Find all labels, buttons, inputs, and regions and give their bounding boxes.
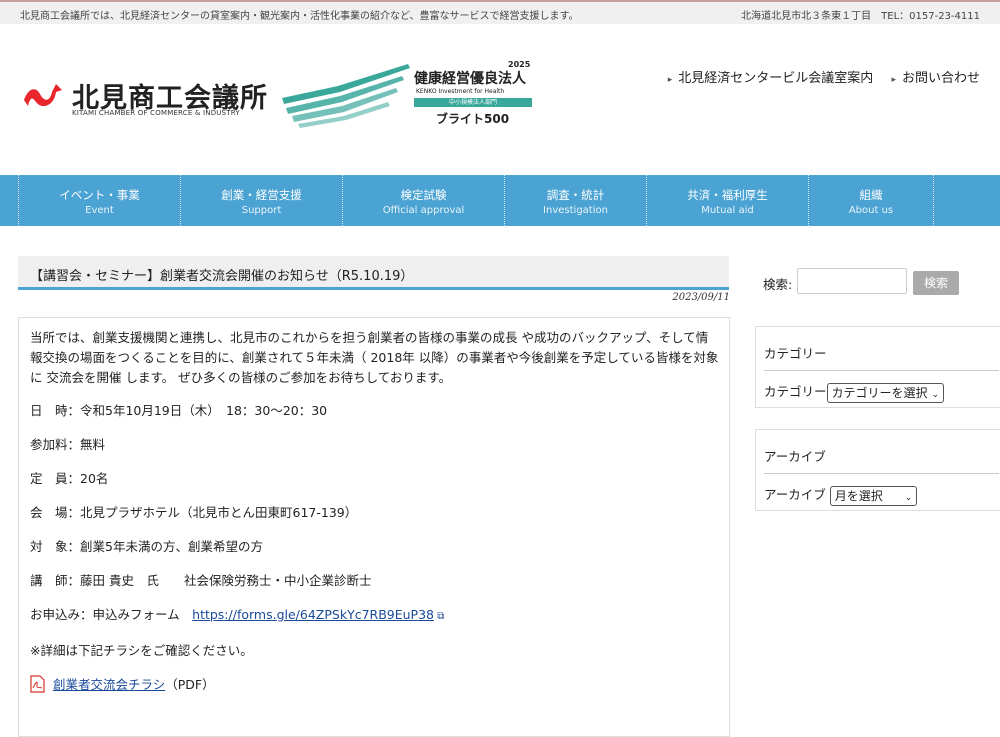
archive-widget: アーカイブ アーカイブ 月を選択 ⌄: [755, 429, 1000, 511]
nav-item-label-jp: イベント・事業: [59, 188, 140, 202]
health-logo-band: 中小規模法人部門: [414, 98, 532, 107]
nav-item-support[interactable]: 創業・経営支援 Support: [180, 175, 342, 226]
flyer-suffix: （PDF）: [165, 677, 215, 692]
archive-select-value: 月を選択: [834, 488, 883, 503]
archive-row: アーカイブ 月を選択 ⌄: [764, 484, 999, 506]
nav-item-investigation[interactable]: 調査・統計 Investigation: [504, 175, 646, 226]
nav-item-label-en: Investigation: [543, 205, 608, 216]
health-stripes-icon: [282, 64, 410, 128]
header-link-label: 北見経済センタービル会議室案内: [678, 71, 874, 86]
nav-item-label-jp: 共済・福利厚生: [687, 188, 768, 202]
category-widget-title: カテゴリー: [764, 343, 999, 371]
chevron-right-icon: ▸: [667, 75, 673, 85]
apply-form-link[interactable]: https://forms.gle/64ZPSkYc7RB9EuP38: [192, 607, 434, 622]
post-apply: お申込み：申込みフォーム https://forms.gle/64ZPSkYc7…: [30, 605, 719, 627]
nav-item-official-approval[interactable]: 検定試験 Official approval: [342, 175, 504, 226]
search-label: 検索:: [763, 277, 793, 292]
nav-item-label-en: Official approval: [382, 205, 465, 216]
nav-item-label-en: About us: [848, 205, 894, 216]
post-capacity: 定 員：20名: [30, 471, 109, 486]
external-link-icon: ⧉: [434, 611, 445, 622]
post-title: 【講習会・セミナー】創業者交流会開催のお知らせ（R5.10.19）: [18, 256, 729, 290]
header-link-meeting-rooms[interactable]: ▸ 北見経済センタービル会議室案内: [668, 71, 874, 86]
nav-item-label-jp: 調査・統計: [546, 188, 605, 202]
archive-widget-title: アーカイブ: [764, 446, 999, 474]
post-note: ※詳細は下記チラシをご確認ください。: [30, 643, 253, 658]
nav-item-label-jp: 創業・経営支援: [221, 188, 302, 202]
post-venue: 会 場：北見プラザホテル（北見市とん田東町617-139）: [30, 505, 358, 520]
health-logo-bright: ブライト500: [436, 112, 510, 126]
post-fee: 参加料：無料: [30, 437, 106, 452]
category-label: カテゴリー: [764, 384, 827, 399]
apply-prefix: お申込み：申込みフォーム: [30, 607, 193, 622]
nav-item-event[interactable]: イベント・事業 Event: [18, 175, 180, 226]
post-intro: 当所では、創業支援機関と連携し、北見市のこれからを担う創業者の皆様の事業の成長 …: [30, 330, 719, 385]
chamber-logo-mark-icon: [24, 84, 62, 107]
post-date: 2023/09/11: [672, 292, 730, 303]
category-row: カテゴリー カテゴリーを選択 ⌄: [764, 381, 999, 403]
search-input[interactable]: [797, 268, 907, 294]
header-link-label: お問い合わせ: [901, 71, 980, 86]
logo-name-en: KITAMI CHAMBER OF COMMERCE & INDUSTRY: [72, 109, 240, 117]
nav-item-mutual-aid[interactable]: 共済・福利厚生 Mutual aid: [646, 175, 808, 226]
post-body: 当所では、創業支援機関と連携し、北見市のこれからを担う創業者の皆様の事業の成長 …: [18, 317, 730, 737]
category-select[interactable]: カテゴリーを選択 ⌄: [826, 382, 945, 403]
header-links: ▸ 北見経済センタービル会議室案内 ▸ お問い合わせ: [654, 67, 980, 86]
top-info-bar: 北見商工会議所では、北見経済センターの貸室案内・観光案内・活性化事業の紹介など、…: [0, 0, 1000, 24]
health-logo-title: 健康経営優良法人: [414, 71, 526, 87]
nav-item-about-us[interactable]: 組織 About us: [808, 175, 934, 226]
chevron-right-icon: ▸: [891, 75, 896, 85]
pdf-icon: [30, 675, 45, 693]
top-info-text: 北見商工会議所では、北見経済センターの貸室案内・観光案内・活性化事業の紹介など、…: [20, 11, 579, 22]
category-select-value: カテゴリーを選択: [831, 385, 928, 400]
main-nav: イベント・事業 Event 創業・経営支援 Support 検定試験 Offic…: [0, 175, 1000, 226]
archive-label: アーカイブ: [764, 487, 826, 502]
category-widget: カテゴリー カテゴリー カテゴリーを選択 ⌄: [755, 326, 1000, 408]
post-lecturer: 講 師：藤田 貴史 氏 社会保険労務士・中小企業診断士: [30, 573, 372, 588]
flyer-pdf-link[interactable]: 創業者交流会チラシ: [53, 677, 165, 692]
archive-select[interactable]: 月を選択 ⌄: [829, 485, 918, 506]
top-contact-text: 北海道北見市北３条東１丁目 TEL：0157-23-4111: [741, 11, 980, 22]
site-logo[interactable]: 北見商工会議所 KITAMI CHAMBER OF COMMERCE & IND…: [22, 76, 267, 122]
nav-item-label-jp: 検定試験: [400, 188, 447, 202]
post-target: 対 象：創業5年未満の方、創業希望の方: [30, 539, 263, 554]
chevron-down-icon: ⌄: [904, 492, 913, 503]
health-logo-subtitle: KENKO Investment for Health: [416, 88, 505, 95]
nav-item-label-en: Mutual aid: [701, 205, 754, 216]
search-button[interactable]: 検索: [913, 271, 959, 295]
header-link-contact[interactable]: ▸ お問い合わせ: [891, 71, 980, 86]
nav-item-label-en: Event: [85, 205, 114, 216]
post-datetime: 日 時：令和5年10月19日（木） 18：30〜20：30: [30, 403, 328, 418]
post-flyer: 創業者交流会チラシ（PDF）: [30, 675, 719, 695]
nav-item-label-en: Support: [241, 205, 282, 216]
nav-item-label-jp: 組織: [859, 188, 883, 202]
health-management-logo: 2025 健康経営優良法人 KENKO Investment for Healt…: [278, 58, 538, 130]
chevron-down-icon: ⌄: [931, 389, 940, 400]
